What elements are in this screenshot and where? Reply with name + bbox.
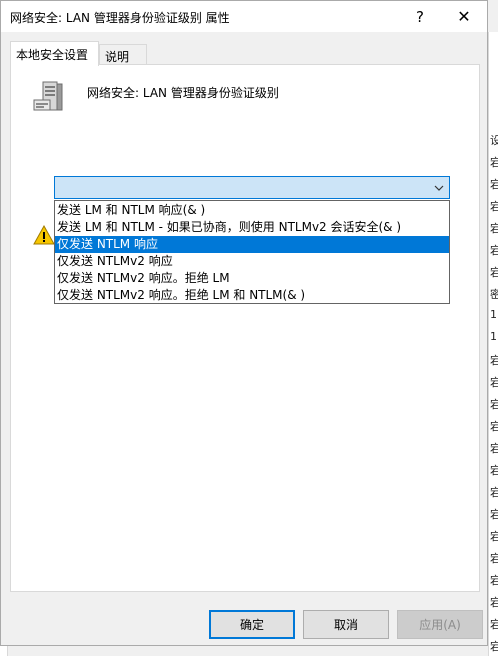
title-bar[interactable]: 网络安全: LAN 管理器身份验证级别 属性 ? ✕: [1, 1, 487, 32]
background-text: 宕: [490, 178, 498, 191]
background-text: 宕: [490, 244, 498, 257]
tab-explain[interactable]: 说明: [99, 44, 147, 65]
tab-strip: 本地安全设置 说明: [10, 41, 480, 66]
background-text: 宕: [490, 420, 498, 433]
background-text: 密: [490, 288, 498, 301]
background-text: 宕: [490, 640, 498, 653]
warning-icon: [33, 225, 55, 245]
background-text: 宕: [490, 398, 498, 411]
authentication-level-dropdown-list: 发送 LM 和 NTLM 响应(& ) 发送 LM 和 NTLM - 如果已协商…: [54, 200, 450, 304]
background-text: 宕: [490, 200, 498, 213]
background-text: 宕: [490, 464, 498, 477]
ok-button[interactable]: 确定: [209, 610, 295, 639]
chevron-down-icon[interactable]: [432, 180, 446, 195]
background-text: 1: [490, 330, 497, 343]
background-text: 宕: [490, 574, 498, 587]
tab-local-security-setting[interactable]: 本地安全设置: [10, 41, 99, 66]
background-text: 宕: [490, 618, 498, 631]
background-text: 宕: [490, 596, 498, 609]
background-text: 宕: [490, 508, 498, 521]
background-text: 宕: [490, 376, 498, 389]
background-text: 宕: [490, 222, 498, 235]
tab-panel: 网络安全: LAN 管理器身份验证级别 发送 LM 和 NTLM 响应(& ) …: [10, 64, 480, 592]
background-text: 1: [490, 308, 497, 321]
help-button[interactable]: ?: [397, 1, 443, 32]
dropdown-option[interactable]: 仅发送 NTLMv2 响应: [55, 253, 449, 270]
dropdown-option[interactable]: 仅发送 NTLMv2 响应。拒绝 LM 和 NTLM(& ): [55, 287, 449, 304]
close-icon: ✕: [457, 7, 471, 26]
dropdown-option[interactable]: 发送 LM 和 NTLM 响应(& ): [55, 202, 449, 219]
help-icon: ?: [416, 7, 424, 26]
close-button[interactable]: ✕: [441, 1, 487, 32]
background-text: 宕: [490, 530, 498, 543]
cancel-button[interactable]: 取消: [303, 610, 389, 639]
background-text: 设: [490, 134, 498, 147]
properties-dialog: 网络安全: LAN 管理器身份验证级别 属性 ? ✕ 本地安全设置 说明 网络安…: [0, 0, 488, 646]
background-text: 宕: [490, 442, 498, 455]
policy-name: 网络安全: LAN 管理器身份验证级别: [87, 86, 279, 100]
window-title: 网络安全: LAN 管理器身份验证级别 属性: [10, 11, 230, 25]
dropdown-option[interactable]: 发送 LM 和 NTLM - 如果已协商，则使用 NTLMv2 会话安全(& ): [55, 219, 449, 236]
apply-button[interactable]: 应用(A): [397, 610, 483, 639]
dropdown-option-highlighted[interactable]: 仅发送 NTLM 响应: [55, 236, 449, 253]
background-text: 宕: [490, 486, 498, 499]
background-text: 宕: [490, 156, 498, 169]
background-text: 宕: [490, 354, 498, 367]
dropdown-option[interactable]: 仅发送 NTLMv2 响应。拒绝 LM: [55, 270, 449, 287]
authentication-level-combobox[interactable]: [54, 176, 450, 199]
background-text: 宕: [490, 552, 498, 565]
server-icon: [33, 81, 63, 111]
background-window-right: 设 宕 宕 宕 宕 宕 宕 密 1 1 宕 宕 宕 宕 宕 宕 宕 宕 宕 宕 …: [488, 32, 498, 656]
background-text: 宕: [490, 266, 498, 279]
